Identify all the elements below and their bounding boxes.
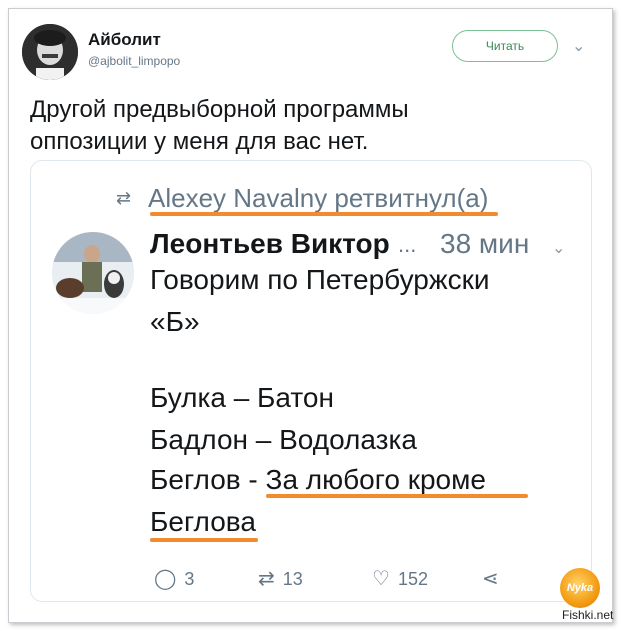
quoted-text-line: «Б» — [150, 306, 200, 337]
reply-count: 3 — [184, 569, 195, 589]
quoted-text-line: Беглова — [150, 506, 256, 537]
highlight-underline — [266, 494, 528, 498]
quoted-text-line: Беглов - За любого кроме — [150, 464, 486, 495]
highlight-underline — [150, 538, 258, 542]
quoted-text-line: Булка – Батон — [150, 382, 334, 413]
quoted-author-name[interactable]: Леонтьев Виктор — [150, 228, 390, 260]
quoted-text-line: Говорим по Петербуржски — [150, 264, 490, 295]
quoted-timestamp[interactable]: 38 мин — [440, 228, 529, 260]
follow-button[interactable]: Читать — [452, 30, 558, 62]
retweet-count: 13 — [282, 569, 303, 589]
chevron-down-icon[interactable]: ⌄ — [552, 238, 565, 258]
watermark-site: Fishki.net — [562, 608, 614, 622]
highlight-underline — [150, 212, 498, 216]
ellipsis: ... — [398, 232, 417, 257]
reply-icon: ◯ — [154, 568, 177, 590]
quoted-text-line: Бадлон – Водолазка — [150, 424, 417, 455]
author-handle[interactable]: @ajbolit_limpopo — [88, 54, 180, 68]
author-name[interactable]: Айболит — [88, 30, 161, 50]
retweet-icon: ⇄ — [258, 568, 275, 590]
tweet-text-line: оппозиции у меня для вас нет. — [30, 128, 369, 155]
like-count: 152 — [397, 569, 428, 589]
tweet-text-line: Другой предвыборной программы — [30, 96, 409, 123]
like-action[interactable]: ♡ 152 — [372, 566, 428, 591]
quoted-tweet-card[interactable] — [30, 160, 592, 602]
share-action[interactable]: ⋖ — [482, 566, 507, 591]
chevron-down-icon[interactable]: ⌄ — [572, 36, 585, 56]
reply-action[interactable]: ◯ 3 — [154, 566, 194, 591]
retweet-action[interactable]: ⇄ 13 — [258, 566, 303, 591]
retweet-icon: ⇄ — [116, 188, 132, 208]
share-icon: ⋖ — [482, 568, 499, 590]
tweet-text: Другой предвыборной программы оппозиции … — [30, 94, 590, 158]
author-avatar[interactable] — [22, 24, 78, 80]
heart-icon: ♡ — [372, 568, 390, 590]
quoted-author-avatar[interactable] — [52, 232, 134, 314]
watermark-logo: Nyka — [560, 568, 600, 608]
retweet-label[interactable]: Alexey Navalny ретвитнул(а) — [148, 183, 488, 214]
